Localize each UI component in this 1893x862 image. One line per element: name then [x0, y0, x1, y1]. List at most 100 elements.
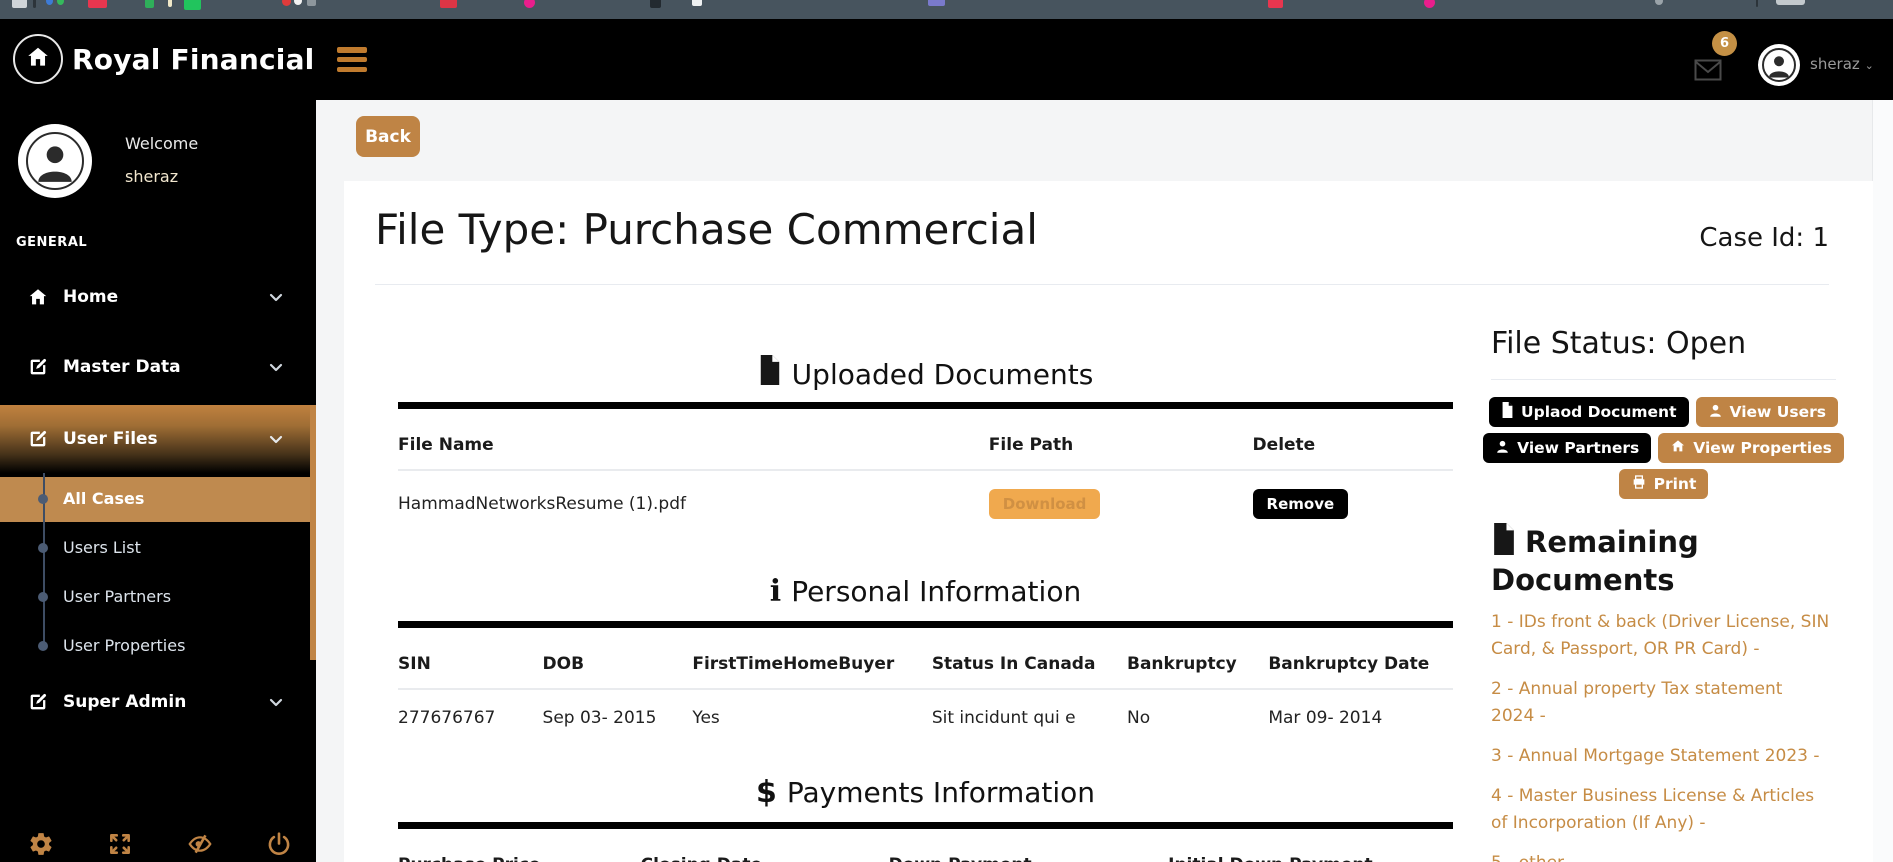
taskbar-fragment: [282, 0, 291, 6]
home-icon: [26, 285, 50, 309]
dollar-icon: $: [756, 774, 777, 812]
case-side-panel: File Status: Open Uplaod Document View U…: [1491, 321, 1836, 862]
taskbar-fragment: [692, 0, 702, 6]
column-header: SIN: [398, 628, 543, 689]
bankruptcy-cell: No: [1127, 689, 1268, 746]
sidebar-item-label: Master Data: [63, 357, 181, 377]
page-scrollbar[interactable]: [1872, 100, 1893, 862]
sidebar-item-label: Home: [63, 287, 118, 307]
chevron-down-icon: ⌄: [1865, 59, 1874, 72]
file-name-cell: HammadNetworksResume (1).pdf: [398, 470, 989, 537]
remaining-document-item[interactable]: 4 - Master Business License & Articles o…: [1491, 783, 1831, 837]
person-icon: [26, 132, 84, 190]
sidebar-item-home[interactable]: Home: [0, 275, 316, 319]
messages-button[interactable]: 6: [1694, 31, 1742, 89]
edit-square-icon: [26, 690, 50, 714]
eye-slash-icon[interactable]: [187, 831, 213, 857]
remaining-documents-heading: Remaining Documents: [1491, 523, 1811, 599]
case-main-column: Uploaded Documents File Name File Path D…: [398, 341, 1453, 862]
column-header: DOB: [543, 628, 693, 689]
case-id-label: Case Id: 1: [1699, 223, 1829, 253]
taskbar-fragment: [12, 0, 27, 8]
power-icon[interactable]: [266, 831, 292, 857]
upload-document-button[interactable]: Uplaod Document: [1489, 397, 1688, 427]
taskbar-fragment: [1424, 0, 1435, 8]
taskbar-fragment: [524, 0, 535, 8]
sidebar-item-master-data[interactable]: Master Data: [0, 345, 316, 389]
payments-information-table: Purchase Price Closing Date Down Payment…: [398, 829, 1453, 862]
chevron-down-icon: [268, 359, 284, 375]
sidebar-username: sheraz: [125, 167, 178, 186]
personal-information-table: SIN DOB FirstTimeHomeBuyer Status In Can…: [398, 628, 1453, 746]
remaining-document-item[interactable]: 3 - Annual Mortgage Statement 2023 -: [1491, 743, 1831, 770]
first-time-home-buyer-cell: Yes: [692, 689, 931, 746]
taskbar-fragment: [145, 0, 154, 8]
username-label: sheraz: [1810, 55, 1860, 73]
brand-title: Royal Financial: [72, 43, 314, 76]
column-header: Bankruptcy Date: [1268, 628, 1453, 689]
column-header: Initial Down Payment: [1168, 829, 1453, 862]
fullscreen-icon[interactable]: [107, 831, 133, 857]
sidebar-item-label: Super Admin: [63, 692, 186, 712]
remaining-document-item[interactable]: 5 - other -: [1491, 850, 1831, 862]
chevron-down-icon: [268, 694, 284, 710]
view-properties-button[interactable]: View Properties: [1658, 433, 1844, 463]
column-header: Purchase Price: [398, 829, 641, 862]
file-icon: [758, 355, 782, 395]
column-header: Delete: [1253, 409, 1453, 470]
taskbar-fragment: [1756, 0, 1758, 7]
brand-logo[interactable]: [13, 34, 63, 84]
bullet-icon: [38, 494, 48, 504]
page-title: File Type: Purchase Commercial: [375, 205, 1038, 254]
view-partners-button[interactable]: View Partners: [1483, 433, 1651, 463]
sidebar-subitem-users-list[interactable]: Users List: [63, 538, 141, 557]
sidebar-item-super-admin[interactable]: Super Admin: [0, 680, 316, 724]
taskbar-fragment: [57, 0, 64, 5]
info-icon: i: [770, 573, 781, 611]
taskbar-fragment: [1776, 0, 1805, 5]
dob-cell: Sep 03- 2015: [543, 689, 693, 746]
taskbar-fragment: [184, 0, 201, 10]
sidebar-footer-tools: [0, 831, 316, 861]
taskbar-fragment: [294, 0, 302, 5]
uploaded-documents-heading: Uploaded Documents: [398, 355, 1453, 395]
sidebar-item-user-files[interactable]: User Files: [0, 417, 316, 461]
app-header: Royal Financial 6 sheraz ⌄: [0, 19, 1893, 100]
remaining-document-item[interactable]: 2 - Annual property Tax statement 2024 -: [1491, 676, 1831, 730]
bullet-icon: [38, 543, 48, 553]
sidebar-subitem-user-partners[interactable]: User Partners: [63, 587, 171, 606]
remove-button[interactable]: Remove: [1253, 489, 1349, 519]
settings-gear-icon[interactable]: [28, 831, 54, 857]
column-header: Status In Canada: [932, 628, 1127, 689]
sidebar-subitem-all-cases[interactable]: All Cases: [63, 489, 144, 508]
print-button[interactable]: Print: [1619, 469, 1709, 499]
back-button[interactable]: Back: [356, 116, 420, 157]
case-action-buttons: Uplaod Document View Users View Partners: [1491, 397, 1836, 499]
view-users-button[interactable]: View Users: [1696, 397, 1838, 427]
user-avatar[interactable]: [1758, 44, 1800, 86]
chevron-down-icon: [268, 431, 284, 447]
taskbar-fragment: [928, 0, 945, 6]
user-menu[interactable]: sheraz ⌄: [1810, 55, 1874, 73]
taskbar-fragment: [650, 0, 661, 8]
payments-information-heading: $ Payments Information: [398, 774, 1453, 812]
table-row: HammadNetworksResume (1).pdf Download Re…: [398, 470, 1453, 537]
taskbar-strip: [0, 0, 1893, 19]
bullet-icon: [38, 592, 48, 602]
taskbar-fragment: [1655, 0, 1663, 5]
column-header: File Path: [989, 409, 1253, 470]
remaining-document-item[interactable]: 1 - IDs front & back (Driver License, SI…: [1491, 609, 1831, 663]
taskbar-fragment: [440, 0, 457, 8]
section-rule: [398, 402, 1453, 409]
sidebar: Welcome sheraz GENERAL Home Master Data: [0, 100, 316, 862]
personal-information-heading: i Personal Information: [398, 573, 1453, 611]
download-button[interactable]: Download: [989, 489, 1101, 519]
sin-cell: 277676767: [398, 689, 543, 746]
sidebar-subitem-user-properties[interactable]: User Properties: [63, 636, 185, 655]
taskbar-fragment: [33, 0, 36, 8]
sidebar-toggle-button[interactable]: [337, 47, 367, 72]
printer-icon: [1631, 474, 1647, 494]
case-detail-card: File Type: Purchase Commercial Case Id: …: [344, 181, 1873, 862]
column-header: Down Payment: [889, 829, 1169, 862]
taskbar-fragment: [168, 0, 172, 7]
